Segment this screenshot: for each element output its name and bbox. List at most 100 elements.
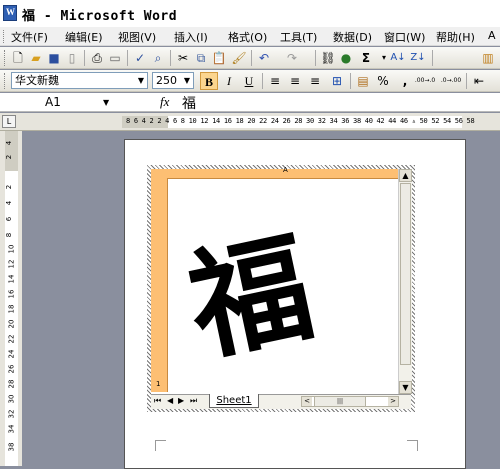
title-bar: 福 - Microsoft Word xyxy=(0,0,500,27)
toolbar-grip[interactable] xyxy=(4,50,6,66)
toolbar-separator xyxy=(251,50,252,66)
scroll-up-button[interactable]: ▲ xyxy=(399,169,412,182)
scroll-down-button[interactable]: ▼ xyxy=(399,381,412,394)
permission-icon[interactable]: ▯ xyxy=(64,50,80,66)
italic-button[interactable]: I xyxy=(220,72,238,90)
prev-sheet-button[interactable]: ◀ xyxy=(167,396,173,405)
vruler-number: 14 xyxy=(7,274,16,284)
menu-bar: 文件(F) 编辑(E) 视图(V) 插入(I) 格式(O) 工具(T) 数据(D… xyxy=(0,27,500,46)
font-size-box[interactable]: 250 ▼ xyxy=(152,72,194,89)
formatting-toolbar: 华文新魏 ▼ 250 ▼ B I U ≡ ≡ ≡ ⊞ ▤ % , .00→.0 … xyxy=(0,70,500,92)
decrease-indent-icon[interactable]: ⇤ xyxy=(470,72,488,90)
menu-grip[interactable] xyxy=(3,30,7,43)
currency-icon[interactable]: ▤ xyxy=(354,72,372,90)
crop-mark xyxy=(407,440,418,451)
font-size-value: 250 xyxy=(156,74,177,87)
vertical-scrollbar[interactable]: ▲ ▼ xyxy=(398,169,412,394)
vruler-number: 26 xyxy=(7,364,16,374)
redo-icon[interactable]: ↷ xyxy=(284,50,300,66)
horizontal-ruler: L 8 6 4 2 2 4 6 8 10 12 14 16 18 20 22 2… xyxy=(0,113,500,131)
font-name-value: 华文新魏 xyxy=(15,74,59,87)
toolbar-separator xyxy=(350,73,351,89)
toolbar-separator xyxy=(262,73,263,89)
vruler-number: 18 xyxy=(7,304,16,314)
vruler-number: 28 xyxy=(7,379,16,389)
word-app-icon[interactable] xyxy=(3,5,17,21)
align-center-icon[interactable]: ≡ xyxy=(286,72,304,90)
menu-data[interactable]: 数据(D) xyxy=(333,29,372,45)
align-left-icon[interactable]: ≡ xyxy=(266,72,284,90)
menu-tools[interactable]: 工具(T) xyxy=(280,29,317,45)
comma-button[interactable]: , xyxy=(396,72,414,90)
menu-more[interactable]: A xyxy=(488,29,496,42)
bold-button[interactable]: B xyxy=(200,72,218,90)
toolbar-grip[interactable] xyxy=(4,73,6,89)
embedded-worksheet[interactable]: A 1 福 ▲ ▼ ⏮ ◀ ▶ ⏭ Sheet1 < ||| > xyxy=(147,165,415,412)
horizontal-scrollbar[interactable]: < ||| > xyxy=(301,396,399,407)
font-name-box[interactable]: 华文新魏 ▼ xyxy=(11,72,148,89)
menu-format[interactable]: 格式(O) xyxy=(228,29,267,45)
menu-view[interactable]: 视图(V) xyxy=(118,29,156,45)
vruler-number: 6 xyxy=(5,216,14,222)
formula-input[interactable]: 福 xyxy=(182,93,196,113)
sheet-tab-bar: ⏮ ◀ ▶ ⏭ Sheet1 < ||| > xyxy=(151,394,411,409)
column-header[interactable]: A xyxy=(151,166,399,179)
autosum-icon[interactable]: Σ xyxy=(358,50,374,66)
decrease-decimal-button[interactable]: .0→.00 xyxy=(440,72,462,90)
sort-descending-icon[interactable]: Z↓ xyxy=(410,50,426,66)
toolbar-separator xyxy=(127,50,128,66)
worksheet[interactable]: A 1 福 ▲ ▼ ⏮ ◀ ▶ ⏭ Sheet1 < ||| > xyxy=(151,166,412,409)
format-painter-icon[interactable]: 🖌 xyxy=(231,50,247,66)
vruler-number: 20 xyxy=(7,319,16,329)
menu-file[interactable]: 文件(F) xyxy=(11,29,48,45)
chevron-down-icon[interactable]: ▼ xyxy=(135,73,147,88)
open-icon[interactable]: ▰ xyxy=(28,50,44,66)
name-box[interactable]: A1 ▼ xyxy=(0,94,118,111)
copy-icon[interactable]: ⧉ xyxy=(193,50,209,66)
sort-ascending-icon[interactable]: A↓ xyxy=(390,50,406,66)
last-sheet-button[interactable]: ⏭ xyxy=(190,396,197,406)
tab-selector-icon[interactable]: L xyxy=(2,115,16,128)
standard-toolbar: 🗋 ▰ ■ ▯ ⎙ ▭ ✓ ⌕ ✂ ⧉ 📋 🖌 ↶ ↷ ⛓ ● Σ ▾ A↓ Z… xyxy=(0,47,500,69)
toolbar-separator xyxy=(466,73,467,89)
sheet-tab[interactable]: Sheet1 xyxy=(209,394,259,408)
first-sheet-button[interactable]: ⏮ xyxy=(154,396,161,406)
insert-function-icon[interactable]: fx xyxy=(160,94,169,110)
row-header[interactable]: 1 xyxy=(151,178,168,392)
increase-decimal-button[interactable]: .00→.0 xyxy=(414,72,436,90)
merge-center-icon[interactable]: ⊞ xyxy=(328,72,346,90)
menu-window[interactable]: 窗口(W) xyxy=(384,29,425,45)
research-icon[interactable]: ⌕ xyxy=(150,50,166,66)
map-icon[interactable]: ● xyxy=(338,50,354,66)
vruler-number: 30 xyxy=(7,394,16,404)
menu-help[interactable]: 帮助(H) xyxy=(436,29,475,45)
scroll-thumb[interactable]: ||| xyxy=(314,397,366,406)
align-right-icon[interactable]: ≡ xyxy=(306,72,324,90)
print-icon[interactable]: ⎙ xyxy=(89,50,105,66)
save-icon[interactable]: ■ xyxy=(46,50,62,66)
cell-a1-content[interactable]: 福 xyxy=(178,218,324,379)
underline-button[interactable]: U xyxy=(240,72,258,90)
chevron-down-icon[interactable]: ▼ xyxy=(181,73,193,88)
formula-bar: A1 ▼ fx 福 xyxy=(0,93,500,112)
menu-insert[interactable]: 插入(I) xyxy=(174,29,208,45)
menu-edit[interactable]: 编辑(E) xyxy=(65,29,103,45)
vruler-number: 24 xyxy=(7,349,16,359)
next-sheet-button[interactable]: ▶ xyxy=(178,396,184,405)
spelling-icon[interactable]: ✓ xyxy=(132,50,148,66)
scroll-right-button[interactable]: > xyxy=(388,397,398,406)
paste-icon[interactable]: 📋 xyxy=(211,50,227,66)
cut-icon[interactable]: ✂ xyxy=(175,50,191,66)
chevron-down-icon[interactable]: ▼ xyxy=(103,94,109,111)
cell-reference: A1 xyxy=(45,95,61,109)
scroll-left-button[interactable]: < xyxy=(302,397,312,406)
undo-icon[interactable]: ↶ xyxy=(256,50,272,66)
chart-icon[interactable]: ▥ xyxy=(480,50,496,66)
print-preview-icon[interactable]: ▭ xyxy=(107,50,123,66)
toolbar-separator xyxy=(315,50,316,66)
hyperlink-icon[interactable]: ⛓ xyxy=(320,50,336,66)
new-icon[interactable]: 🗋 xyxy=(10,50,26,66)
scroll-thumb[interactable] xyxy=(400,183,411,365)
window-title: 福 - Microsoft Word xyxy=(22,9,178,24)
percent-button[interactable]: % xyxy=(374,72,392,90)
